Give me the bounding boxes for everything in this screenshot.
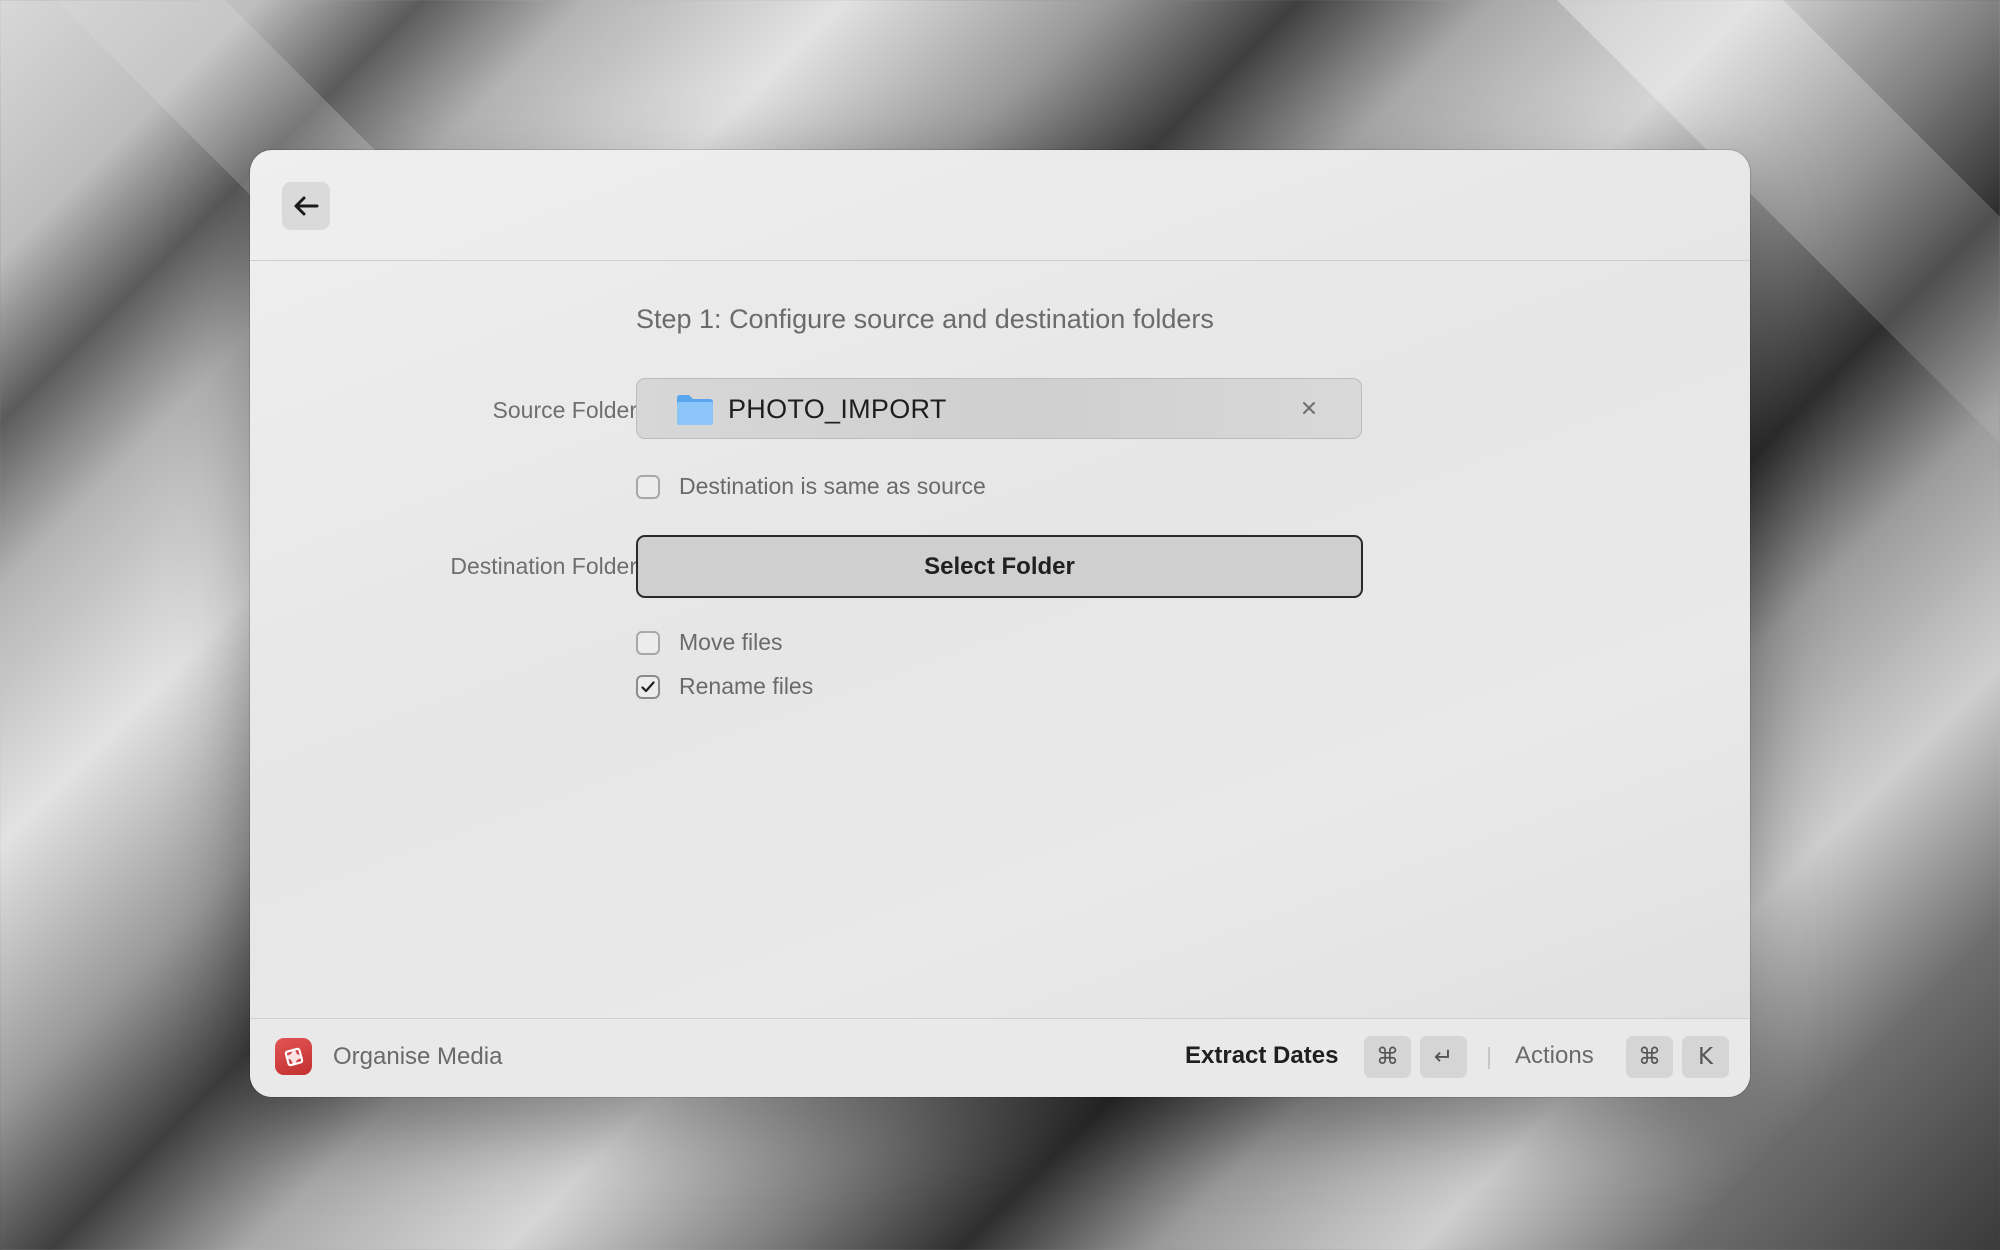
source-folder-name: PHOTO_IMPORT [728, 394, 947, 424]
select-folder-button[interactable]: Select Folder [636, 535, 1363, 598]
window-header [250, 150, 1750, 261]
app-glyph-icon [284, 1047, 303, 1066]
organise-media-window: Step 1: Configure source and destination… [250, 150, 1750, 1097]
clear-source-button[interactable] [1297, 395, 1321, 421]
same-destination-checkbox[interactable] [636, 474, 660, 499]
rename-files-checkbox[interactable] [636, 674, 660, 699]
footer-divider [1488, 1047, 1490, 1069]
rename-files-option[interactable]: Rename files [636, 673, 813, 700]
rename-files-label: Rename files [679, 673, 814, 699]
extract-dates-action[interactable]: Extract Dates [1185, 1042, 1338, 1070]
same-destination-label: Destination is same as source [679, 473, 986, 499]
folder-icon [677, 395, 713, 425]
same-destination-option[interactable]: Destination is same as source [636, 473, 986, 500]
checkmark-icon [641, 680, 655, 692]
action-bar: Organise Media Extract Dates ⌘ ↵ Actions… [250, 1018, 1750, 1097]
step-title: Step 1: Configure source and destination… [636, 304, 1214, 334]
app-name: Organise Media [333, 1043, 503, 1070]
return-key-badge: ↵ [1420, 1036, 1467, 1078]
source-folder-label: Source Folder [492, 397, 637, 423]
command-key-badge: ⌘ [1364, 1036, 1411, 1078]
back-button[interactable] [282, 182, 330, 230]
source-folder-field[interactable]: PHOTO_IMPORT [636, 378, 1362, 439]
close-icon [1303, 402, 1315, 414]
actions-menu-button[interactable]: Actions [1515, 1042, 1594, 1070]
move-files-label: Move files [679, 629, 783, 655]
move-files-checkbox[interactable] [636, 630, 660, 655]
destination-folder-label: Destination Folder [450, 553, 637, 579]
k-key-badge: K [1682, 1036, 1729, 1078]
organise-media-icon [275, 1038, 312, 1075]
arrow-left-icon [294, 196, 319, 216]
move-files-option[interactable]: Move files [636, 629, 783, 656]
command-key-badge: ⌘ [1626, 1036, 1673, 1078]
configuration-form: Step 1: Configure source and destination… [250, 260, 1750, 1097]
